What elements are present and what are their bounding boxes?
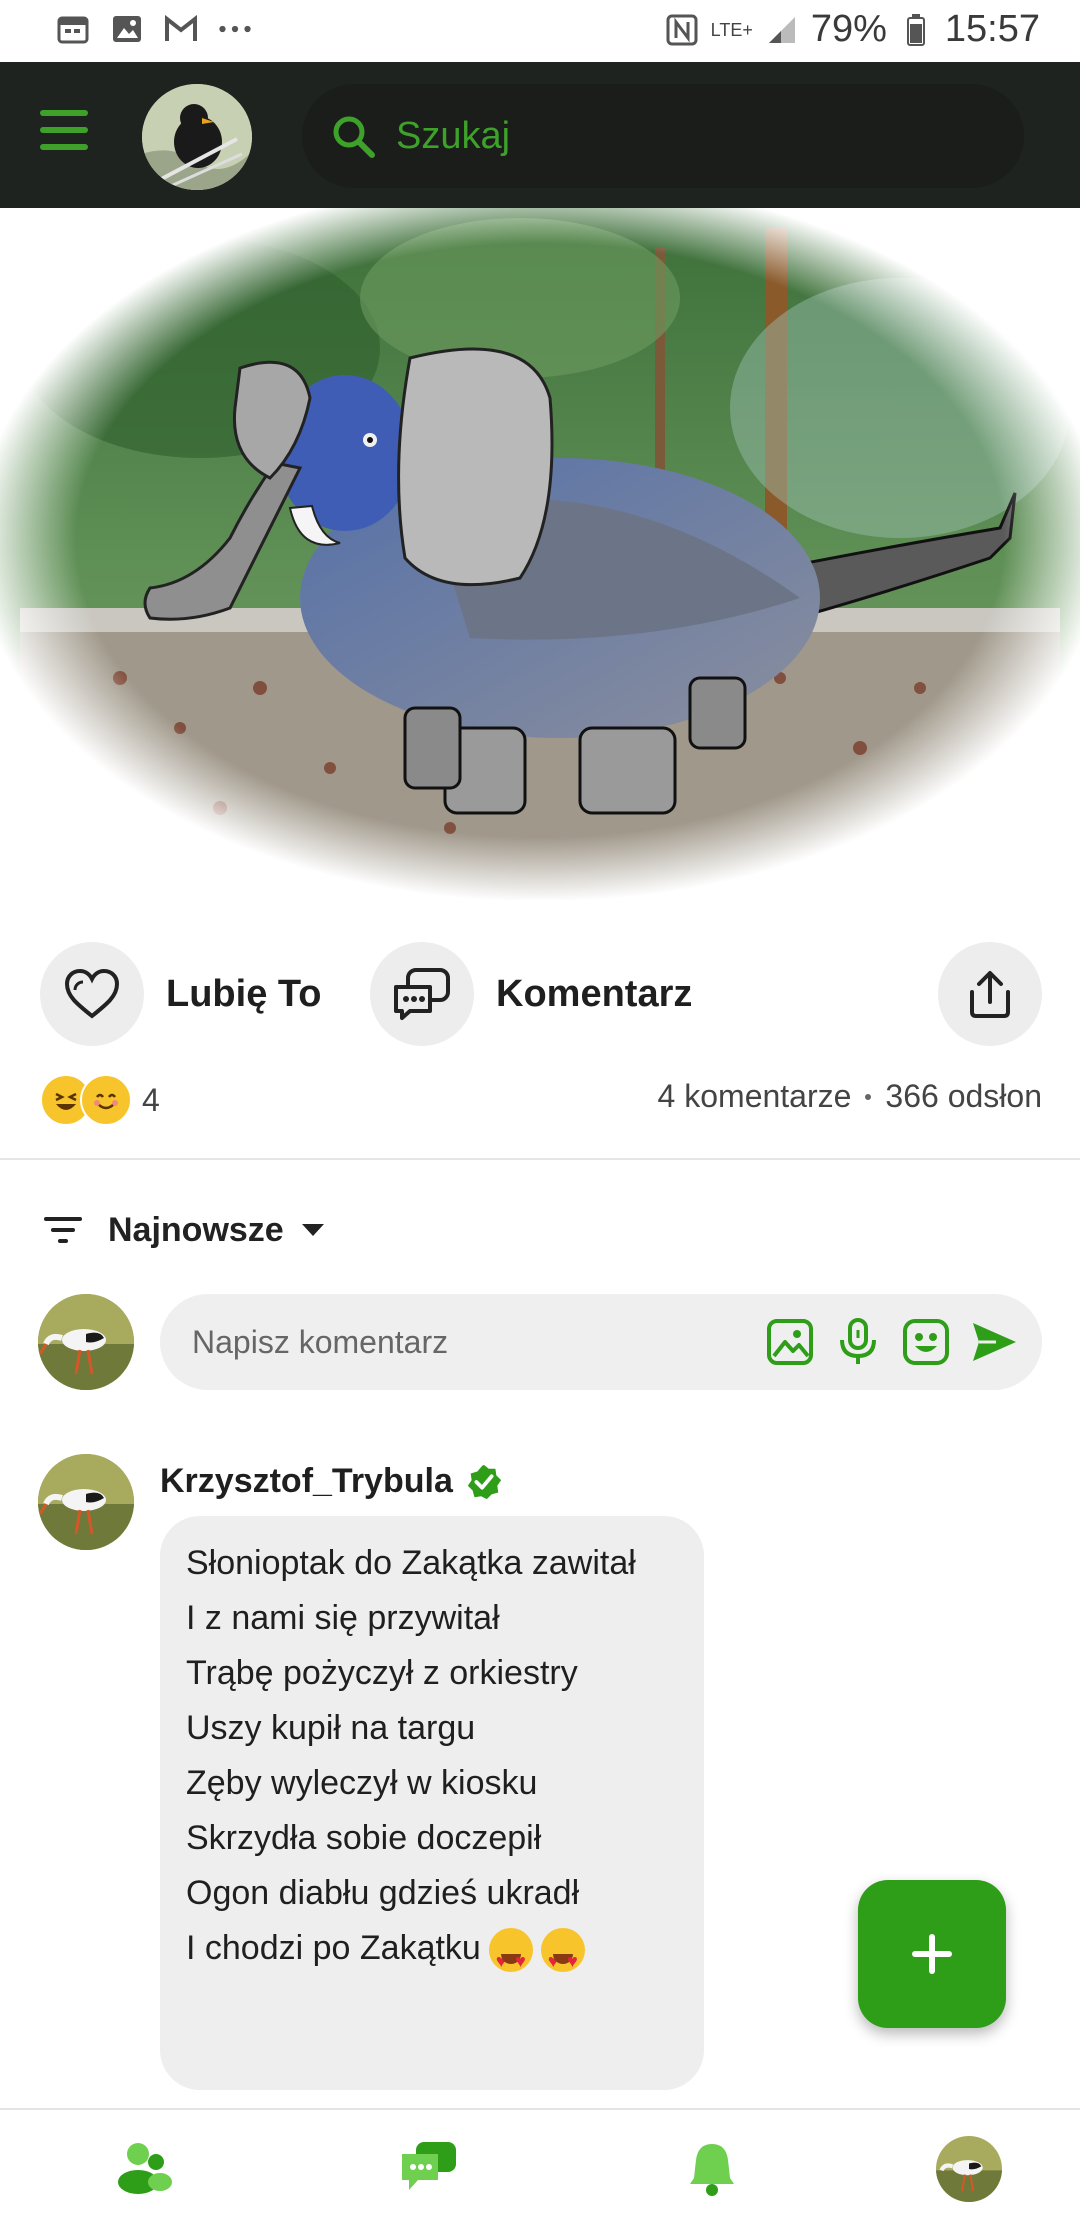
hamburger-menu-button[interactable]: [40, 110, 98, 160]
status-bar: LTE+ 79% 15:57: [0, 0, 1080, 62]
stats-right: 4 komentarze 366 odsłon: [658, 1078, 1042, 1115]
composer-actions: [766, 1318, 1018, 1366]
smiling-emoji-icon: [80, 1074, 132, 1126]
emoji-mouth: [552, 1954, 573, 1965]
comments-count[interactable]: 4 komentarze: [658, 1078, 852, 1115]
post-actions: Lubię To Komentarz: [0, 940, 1080, 1050]
profile-avatar-blackbird[interactable]: [142, 84, 252, 190]
comment-circle: [370, 942, 474, 1046]
profile-avatar[interactable]: [936, 2136, 1002, 2202]
image-attach-icon[interactable]: [766, 1318, 814, 1366]
bottom-navigation: [0, 2108, 1080, 2222]
battery-icon: [899, 13, 933, 47]
community-icon[interactable]: [112, 2136, 176, 2200]
reactions-summary[interactable]: 4: [40, 1074, 160, 1126]
comment-line: Słonioptak do Zakątka zawitał: [186, 1544, 636, 1582]
comment-line-text: I chodzi po Zakątku: [186, 1929, 481, 1967]
verified-badge-icon: [467, 1464, 501, 1499]
search-icon: [330, 113, 376, 159]
plus-icon: [912, 1934, 952, 1974]
signal-icon: [765, 13, 799, 47]
gallery-icon: [110, 12, 144, 46]
calendar-icon: [56, 12, 90, 46]
post-image[interactable]: [0, 208, 1080, 900]
comment-bubble[interactable]: Słonioptak do Zakątka zawitał I z nami s…: [160, 1516, 704, 2090]
battery-percent: 79%: [810, 8, 887, 50]
caret-down-icon: [301, 1224, 324, 1236]
author-avatar-stork[interactable]: [38, 1454, 134, 1550]
comment-label: Komentarz: [496, 972, 693, 1015]
comment-input-placeholder: Napisz komentarz: [192, 1323, 449, 1360]
app-bar: Szukaj: [0, 62, 1080, 208]
search-bar[interactable]: Szukaj: [302, 84, 1024, 188]
comment-line-last: I chodzi po Zakątku: [186, 1921, 636, 1989]
share-circle: [938, 942, 1042, 1046]
filter-icon: [44, 1217, 82, 1243]
add-post-fab[interactable]: [858, 1880, 1006, 2028]
share-button[interactable]: [938, 942, 1042, 1046]
microphone-icon[interactable]: [834, 1318, 882, 1366]
user-avatar-stork[interactable]: [38, 1294, 134, 1390]
search-placeholder: Szukaj: [396, 114, 511, 157]
reactions-count: 4: [142, 1081, 160, 1118]
notifications-icon[interactable]: [680, 2136, 744, 2200]
heart-eyes-emoji-icon: [540, 1928, 585, 1989]
post-stats: 4 4 komentarze 366 odsłon: [0, 1070, 1080, 1126]
comment-line: Ogon diabłu gdzieś ukradł: [186, 1874, 580, 1912]
comment-line: I z nami się przywitał: [186, 1599, 500, 1637]
send-icon[interactable]: [970, 1318, 1018, 1366]
clock: 15:57: [944, 8, 1040, 50]
views-count: 366 odsłon: [885, 1078, 1042, 1114]
menu-line: [40, 127, 88, 133]
emoji-picker-icon[interactable]: [902, 1318, 950, 1366]
separator-dot: [865, 1093, 872, 1100]
comments-icon: [394, 968, 450, 1020]
network-type: LTE+: [710, 19, 753, 40]
comment-line: Trąbę pożyczył z orkiestry: [186, 1654, 578, 1692]
status-right: LTE+ 79% 15:57: [665, 8, 1040, 51]
comment-composer: Napisz komentarz: [0, 1294, 1080, 1394]
chat-icon[interactable]: [396, 2136, 460, 2200]
comment-text: Słonioptak do Zakątka zawitał I z nami s…: [186, 1536, 636, 1989]
menu-line: [40, 144, 88, 150]
status-left-icons: [56, 12, 252, 46]
comment-author-row: Krzysztof_Trybula: [160, 1462, 503, 1501]
sort-label: Najnowsze: [108, 1210, 284, 1249]
comment-input[interactable]: Napisz komentarz: [160, 1294, 1042, 1390]
heart-icon: [64, 968, 120, 1019]
gmail-icon: [164, 12, 198, 46]
like-button[interactable]: Lubię To: [40, 942, 322, 1046]
comment-button[interactable]: Komentarz: [370, 942, 692, 1046]
sort-dropdown[interactable]: Najnowsze: [44, 1200, 324, 1260]
nfc-icon: [665, 13, 699, 47]
like-circle: [40, 942, 144, 1046]
like-label: Lubię To: [166, 972, 322, 1015]
share-icon: [970, 971, 1010, 1018]
divider: [0, 1158, 1080, 1160]
comment-line: Uszy kupił na targu: [186, 1709, 476, 1747]
more-dots-icon: [218, 12, 252, 46]
heart-eyes-emoji-icon: [488, 1928, 533, 1989]
menu-line: [40, 110, 88, 116]
comment-line: Zęby wyleczył w kiosku: [186, 1764, 538, 1802]
comment-line: Skrzydła sobie doczepił: [186, 1819, 542, 1857]
emoji-mouth: [500, 1954, 521, 1965]
comment-author[interactable]: Krzysztof_Trybula: [160, 1462, 453, 1501]
